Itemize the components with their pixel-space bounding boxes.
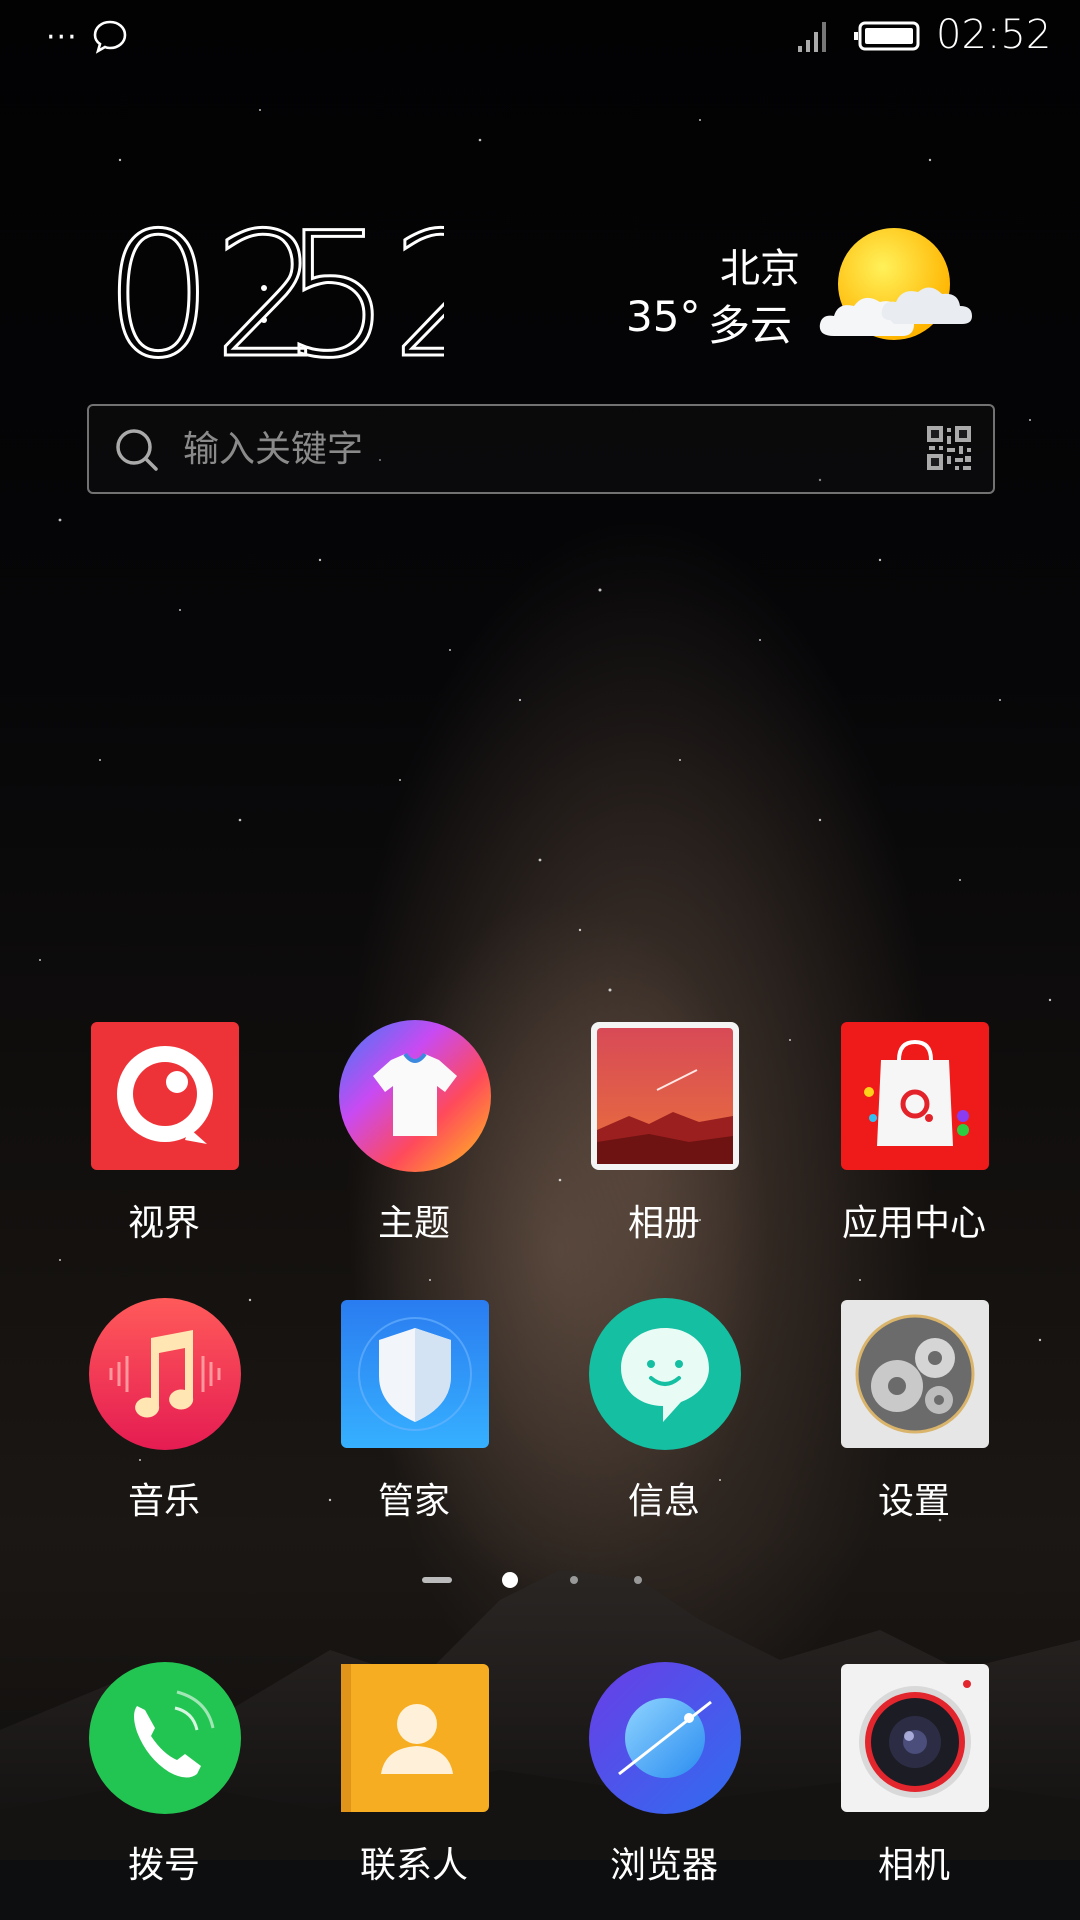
app-label: 信息 (627, 1481, 700, 1522)
app-label: 联系人 (359, 1845, 468, 1886)
app-label: 视界 (127, 1203, 200, 1244)
weather-condition: 多云 (708, 301, 793, 350)
dock-liulanqi[interactable]: 浏览器 (564, 1662, 764, 1902)
theme-icon (339, 1020, 491, 1172)
app-label: 应用中心 (841, 1203, 986, 1244)
app-yinyue[interactable]: 音乐 (64, 1298, 264, 1538)
partly-cloudy-icon[interactable] (814, 228, 974, 348)
app-label: 拨号 (127, 1845, 200, 1886)
video-icon (91, 1022, 239, 1170)
browser-icon (589, 1662, 741, 1814)
message-bubble-icon (93, 20, 127, 54)
app-label: 相册 (627, 1203, 700, 1244)
status-bar: ··· 02:52 (0, 0, 1080, 72)
page-dot[interactable] (570, 1576, 578, 1584)
messages-icon (589, 1298, 741, 1450)
page-indicator[interactable] (420, 1572, 660, 1588)
app-shezhi[interactable]: 设置 (814, 1298, 1014, 1538)
overflow-indicator: ··· (46, 20, 78, 55)
phone-icon (89, 1662, 241, 1814)
app-zhuti[interactable]: 主题 (314, 1020, 514, 1260)
app-label: 音乐 (127, 1481, 200, 1522)
app-yingyongzhongxin[interactable]: 应用中心 (814, 1020, 1014, 1260)
security-icon (341, 1300, 489, 1448)
page-dot-active[interactable] (502, 1572, 518, 1588)
clock-widget[interactable]: 02 52 (103, 194, 503, 398)
page-dot[interactable] (634, 1576, 642, 1584)
app-shijie[interactable]: 视界 (64, 1020, 264, 1260)
app-label: 设置 (877, 1481, 950, 1522)
dock-lianxiren[interactable]: 联系人 (314, 1662, 514, 1902)
clock-minutes: 52 (282, 200, 444, 380)
app-xinxi[interactable]: 信息 (564, 1298, 764, 1538)
app-guanjia[interactable]: 管家 (314, 1298, 514, 1538)
app-xiangce[interactable]: 相册 (564, 1020, 764, 1260)
clock-display: 02 52 (103, 194, 503, 398)
qr-code-icon[interactable] (925, 424, 973, 472)
weather-city: 北京 (720, 246, 800, 292)
gallery-icon (591, 1022, 739, 1170)
app-label: 管家 (377, 1481, 450, 1522)
page-dot-home[interactable] (422, 1577, 452, 1583)
signal-icon (798, 22, 826, 52)
camera-icon (841, 1664, 989, 1812)
app-label: 浏览器 (609, 1845, 718, 1886)
contacts-icon (341, 1664, 489, 1812)
search-input[interactable] (181, 420, 885, 478)
weather-temperature: 35° (626, 292, 701, 341)
status-time: 02:52 (936, 12, 1052, 58)
search-bar[interactable] (87, 404, 995, 494)
dock-bohao[interactable]: 拨号 (64, 1662, 264, 1902)
settings-icon (841, 1300, 989, 1448)
music-icon (89, 1298, 241, 1450)
battery-icon (854, 21, 920, 51)
search-icon (116, 429, 158, 471)
dock-xiangji[interactable]: 相机 (814, 1662, 1014, 1902)
app-store-icon (841, 1022, 989, 1170)
app-label: 主题 (377, 1203, 450, 1244)
app-label: 相机 (877, 1845, 950, 1886)
